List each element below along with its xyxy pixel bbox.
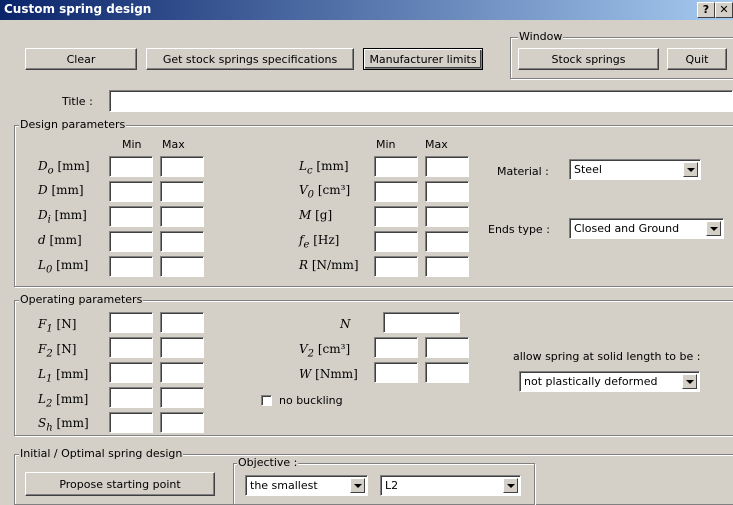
stock-springs-button[interactable]: Stock springs (518, 48, 659, 70)
fe-max-input[interactable] (425, 231, 469, 252)
V2-min-input[interactable] (374, 337, 418, 358)
stock-specs-button[interactable]: Get stock springs specifications (146, 48, 354, 70)
L1-max-input[interactable] (160, 362, 204, 383)
no-buckling-label: no buckling (279, 394, 343, 407)
objective-label: Objective : (237, 456, 299, 469)
objective-mode-value: the smallest (250, 479, 318, 492)
fe-min-input[interactable] (374, 231, 418, 252)
close-button[interactable]: ✕ (715, 2, 733, 18)
d-max-input[interactable] (160, 231, 204, 252)
material-label: Material : (497, 165, 549, 178)
W-min-input[interactable] (374, 362, 418, 383)
M-max-input[interactable] (425, 206, 469, 227)
L0-min-input[interactable] (109, 256, 153, 277)
R-max-input[interactable] (425, 256, 469, 277)
D-min-input[interactable] (109, 181, 153, 202)
V0-max-input[interactable] (425, 181, 469, 202)
R-min-input[interactable] (374, 256, 418, 277)
Sh-max-input[interactable] (160, 412, 204, 433)
param-label-L2: L2 [mm] (38, 392, 89, 410)
material-dropdown-arrow-icon[interactable] (683, 162, 698, 177)
clear-button[interactable]: Clear (25, 48, 137, 70)
operating-parameters-label: Operating parameters (19, 293, 144, 306)
Di-min-input[interactable] (109, 206, 153, 227)
window-title: Custom spring design (4, 2, 152, 16)
solid-length-select[interactable]: not plastically deformed (519, 371, 700, 392)
ends-type-value: Closed and Ground (574, 222, 680, 235)
F1-min-input[interactable] (109, 312, 153, 333)
objective-target-select[interactable]: L2 (380, 475, 521, 496)
L2-max-input[interactable] (160, 387, 204, 408)
propose-starting-point-button[interactable]: Propose starting point (25, 472, 215, 496)
title-input[interactable] (109, 90, 733, 112)
ends-type-select[interactable]: Closed and Ground (569, 218, 724, 239)
Do-min-input[interactable] (109, 156, 153, 177)
F2-min-input[interactable] (109, 337, 153, 358)
param-label-F2: F2 [N] (38, 342, 77, 360)
design-left-min-header: Min (122, 138, 142, 151)
W-max-input[interactable] (425, 362, 469, 383)
F2-max-input[interactable] (160, 337, 204, 358)
param-label-M: M [g] (299, 208, 333, 222)
design-right-max-header: Max (425, 138, 448, 151)
param-label-R: R [N/mm] (299, 258, 359, 272)
Lc-max-input[interactable] (425, 156, 469, 177)
objective-target-value: L2 (385, 479, 399, 492)
param-label-L0: L0 [mm] (38, 258, 89, 276)
title-label: Title : (62, 95, 93, 108)
D-max-input[interactable] (160, 181, 204, 202)
material-value: Steel (574, 163, 602, 176)
L0-max-input[interactable] (160, 256, 204, 277)
param-label-D: D [mm] (38, 183, 84, 197)
param-label-V2: V2 [cm³] (299, 342, 351, 360)
objective-mode-dropdown-arrow-icon[interactable] (350, 478, 365, 493)
V0-min-input[interactable] (374, 181, 418, 202)
solid-length-dropdown-arrow-icon[interactable] (682, 374, 697, 389)
manufacturer-limits-button[interactable]: Manufacturer limits (363, 48, 483, 70)
Di-max-input[interactable] (160, 206, 204, 227)
initial-optimal-label: Initial / Optimal spring design (19, 447, 184, 460)
objective-target-dropdown-arrow-icon[interactable] (503, 478, 518, 493)
param-label-Sh: Sh [mm] (38, 416, 89, 434)
param-label-L1: L1 [mm] (38, 367, 89, 385)
param-label-d: d [mm] (38, 233, 82, 247)
param-label-fe: fe [Hz] (299, 233, 340, 251)
design-parameters-label: Design parameters (19, 118, 127, 131)
ends-type-label: Ends type : (488, 223, 550, 236)
ends-dropdown-arrow-icon[interactable] (706, 221, 721, 236)
param-label-Lc: Lc [mm] (299, 159, 349, 177)
L2-min-input[interactable] (109, 387, 153, 408)
L1-min-input[interactable] (109, 362, 153, 383)
param-label-W: W [Nmm] (299, 367, 358, 381)
Sh-min-input[interactable] (109, 412, 153, 433)
V2-max-input[interactable] (425, 337, 469, 358)
help-button[interactable]: ? (697, 2, 715, 18)
param-label-N: N (340, 317, 351, 331)
param-label-V0: V0 [cm³] (299, 183, 351, 201)
F1-max-input[interactable] (160, 312, 204, 333)
d-min-input[interactable] (109, 231, 153, 252)
Lc-min-input[interactable] (374, 156, 418, 177)
solid-length-value: not plastically deformed (524, 375, 658, 388)
param-label-Do: Do [mm] (38, 159, 90, 177)
quit-button[interactable]: Quit (667, 48, 727, 70)
param-label-Di: Di [mm] (38, 208, 87, 226)
design-left-max-header: Max (162, 138, 185, 151)
no-buckling-checkbox[interactable] (261, 395, 272, 406)
design-right-min-header: Min (376, 138, 396, 151)
window-group-label: Window (518, 30, 564, 43)
material-select[interactable]: Steel (569, 159, 701, 180)
objective-mode-select[interactable]: the smallest (245, 475, 368, 496)
N-input[interactable] (383, 312, 460, 333)
param-label-F1: F1 [N] (38, 317, 77, 335)
solid-length-label: allow spring at solid length to be : (513, 350, 701, 363)
Do-max-input[interactable] (160, 156, 204, 177)
M-min-input[interactable] (374, 206, 418, 227)
